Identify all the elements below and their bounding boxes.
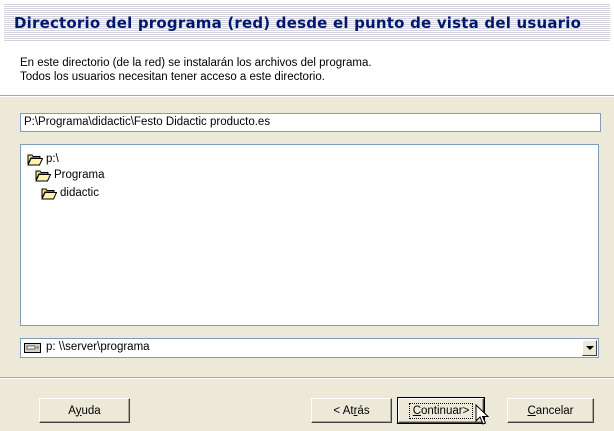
page-title: Directorio del programa (red) desde el p…: [14, 14, 582, 32]
header-divider: [0, 95, 614, 97]
drive-select[interactable]: p: \\server\programa: [20, 338, 599, 358]
tree-item-programa[interactable]: Programa: [35, 167, 105, 183]
open-folder-icon: [27, 154, 43, 165]
back-button-label: < Atrás: [333, 404, 370, 417]
help-button[interactable]: Ayuda: [39, 398, 130, 423]
description-line-2: Todos los usuarios necesitan tener acces…: [20, 71, 325, 83]
header-description: En este directorio (de la red) se instal…: [20, 56, 372, 84]
help-button-label: Ayuda: [68, 404, 101, 417]
open-folder-icon: [35, 170, 51, 181]
footer-divider: [0, 377, 614, 379]
network-drive-icon: [24, 343, 41, 353]
continue-button[interactable]: Continuar>: [397, 397, 485, 424]
tree-item-didactic[interactable]: didactic: [41, 185, 99, 201]
dialog-header: Directorio del programa (red) desde el p…: [0, 0, 614, 95]
mouse-pointer-icon: [475, 404, 489, 425]
tree-item-label: didactic: [60, 187, 99, 199]
install-path-input[interactable]: P:\Programa\didactic\Festo Didactic prod…: [20, 113, 601, 132]
dropdown-arrow-button[interactable]: [582, 340, 597, 356]
cancel-button[interactable]: Cancelar: [507, 398, 594, 423]
continue-button-label: Continuar>: [408, 402, 474, 419]
tree-item-label: p:\: [46, 153, 59, 165]
directory-tree[interactable]: p:\ Programa didactic: [20, 144, 599, 326]
open-folder-icon: [41, 188, 57, 199]
drive-select-value: p: \\server\programa: [46, 341, 150, 353]
tree-item-label: Programa: [54, 169, 105, 181]
back-button[interactable]: < Atrás: [311, 398, 392, 423]
tree-item-drive[interactable]: p:\: [27, 151, 59, 167]
cancel-button-label: Cancelar: [527, 404, 574, 417]
description-line-1: En este directorio (de la red) se instal…: [20, 57, 372, 69]
